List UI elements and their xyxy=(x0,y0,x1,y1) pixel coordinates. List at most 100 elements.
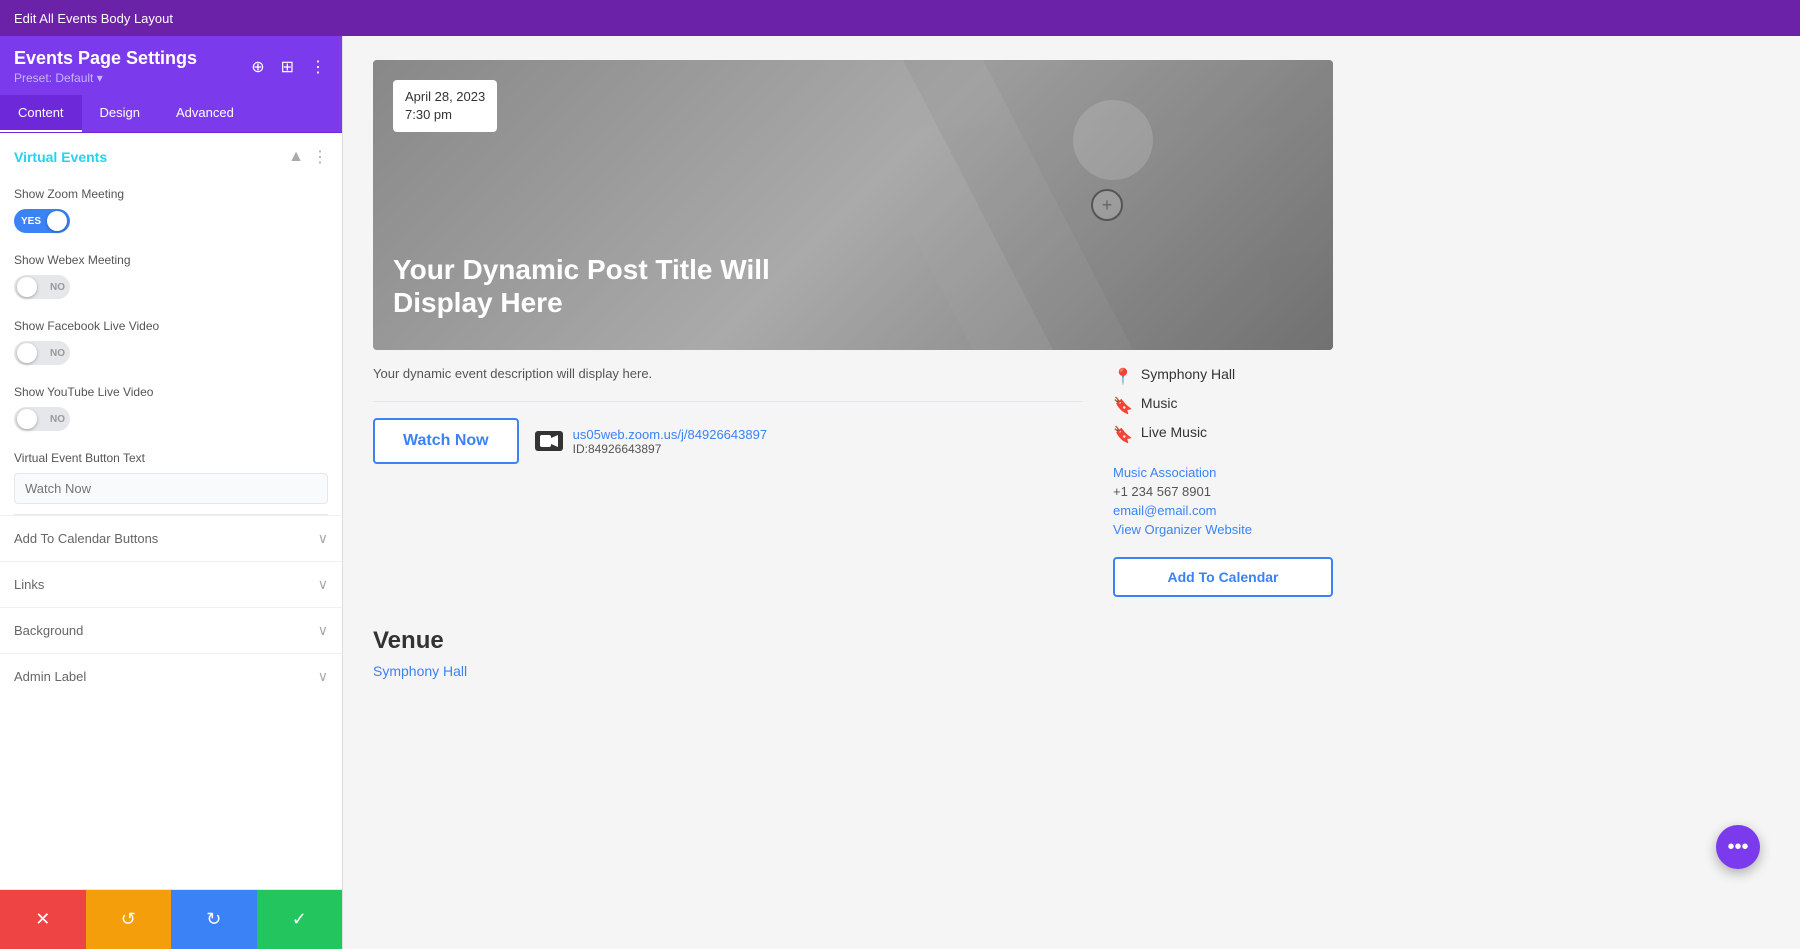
background-chevron-icon: ∨ xyxy=(318,622,328,639)
hero-time: 7:30 pm xyxy=(405,106,485,124)
section-more-icon[interactable]: ⋮ xyxy=(312,147,328,167)
virtual-events-title: Virtual Events xyxy=(14,149,107,165)
add-to-calendar-button[interactable]: Add To Calendar xyxy=(1113,557,1333,597)
admin-label-section: Admin Label ∨ xyxy=(0,653,342,699)
content-row: Your dynamic event description will disp… xyxy=(373,366,1333,597)
show-zoom-meeting-row: Show Zoom Meeting YES xyxy=(0,177,342,243)
background-header[interactable]: Background ∨ xyxy=(0,608,342,653)
admin-label-chevron-icon: ∨ xyxy=(318,668,328,685)
section-actions: ▲ ⋮ xyxy=(288,147,328,167)
facebook-toggle-knob xyxy=(17,343,37,363)
tab-content[interactable]: Content xyxy=(0,95,82,132)
show-zoom-label: Show Zoom Meeting xyxy=(14,187,328,201)
watch-now-row: Watch Now us05web.zoom.us/j/84926643897 … xyxy=(373,401,1083,464)
show-facebook-live-row: Show Facebook Live Video NO xyxy=(0,309,342,375)
webex-toggle-knob xyxy=(17,277,37,297)
background-section: Background ∨ xyxy=(0,607,342,653)
organizer-email-link[interactable]: email@email.com xyxy=(1113,503,1333,518)
bottom-bar: ✕ ↺ ↻ ✓ xyxy=(0,889,342,949)
tag-icon-2: 🔖 xyxy=(1113,425,1133,445)
show-zoom-toggle[interactable]: YES xyxy=(14,209,70,233)
venue-category2-item: 🔖 Live Music xyxy=(1113,424,1333,445)
redo-button[interactable]: ↻ xyxy=(171,890,257,949)
background-title: Background xyxy=(14,623,83,638)
add-to-calendar-header[interactable]: Add To Calendar Buttons ∨ xyxy=(0,516,342,561)
watch-now-button[interactable]: Watch Now xyxy=(373,418,519,464)
virtual-events-section-header: Virtual Events ▲ ⋮ xyxy=(0,133,342,177)
hero-date: April 28, 2023 xyxy=(405,88,485,106)
show-youtube-toggle[interactable]: NO xyxy=(14,407,70,431)
virtual-button-text-label: Virtual Event Button Text xyxy=(14,451,328,465)
organizer-website-link[interactable]: View Organizer Website xyxy=(1113,522,1333,537)
sidebar-tabs: Content Design Advanced xyxy=(0,95,342,133)
sidebar-header-row: Events Page Settings Preset: Default ▾ ⊕… xyxy=(14,48,328,85)
main-layout: Events Page Settings Preset: Default ▾ ⊕… xyxy=(0,36,1800,949)
hero-plus-button[interactable]: + xyxy=(1091,189,1123,221)
show-facebook-toggle[interactable]: NO xyxy=(14,341,70,365)
location-icon: 📍 xyxy=(1113,367,1133,387)
content-main: Your dynamic event description will disp… xyxy=(373,366,1083,597)
sidebar: Events Page Settings Preset: Default ▾ ⊕… xyxy=(0,36,343,949)
canvas-area: April 28, 2023 7:30 pm Your Dynamic Post… xyxy=(343,36,1800,949)
virtual-button-text-row: Virtual Event Button Text xyxy=(0,441,342,514)
sidebar-title: Events Page Settings xyxy=(14,48,197,69)
venue-section-title: Venue xyxy=(373,627,1333,655)
sidebar-preset[interactable]: Preset: Default ▾ xyxy=(14,71,197,85)
sidebar-focus-icon[interactable]: ⊕ xyxy=(249,55,266,79)
admin-label-title: Admin Label xyxy=(14,669,86,684)
section-collapse-icon[interactable]: ▲ xyxy=(288,148,304,166)
venue-location-item: 📍 Symphony Hall xyxy=(1113,366,1333,387)
webex-toggle-no-label: NO xyxy=(50,282,65,293)
sidebar-columns-icon[interactable]: ⊞ xyxy=(279,55,296,79)
event-description: Your dynamic event description will disp… xyxy=(373,366,1083,381)
show-webex-toggle-wrap: NO xyxy=(14,275,328,299)
sidebar-more-icon[interactable]: ⋮ xyxy=(308,55,328,79)
undo-button[interactable]: ↺ xyxy=(86,890,172,949)
category-1: Music xyxy=(1141,395,1178,411)
venue-info: 📍 Symphony Hall 🔖 Music 🔖 Live Music xyxy=(1113,366,1333,445)
tab-advanced[interactable]: Advanced xyxy=(158,95,252,132)
tab-design[interactable]: Design xyxy=(82,95,158,132)
show-youtube-label: Show YouTube Live Video xyxy=(14,385,328,399)
top-bar-title: Edit All Events Body Layout xyxy=(14,11,173,26)
links-title: Links xyxy=(14,577,44,592)
sidebar-header: Events Page Settings Preset: Default ▾ ⊕… xyxy=(0,36,342,95)
save-button[interactable]: ✓ xyxy=(257,890,343,949)
top-bar: Edit All Events Body Layout xyxy=(0,0,1800,36)
youtube-toggle-no-label: NO xyxy=(50,414,65,425)
show-webex-meeting-row: Show Webex Meeting NO xyxy=(0,243,342,309)
add-to-calendar-title: Add To Calendar Buttons xyxy=(14,531,158,546)
show-youtube-live-row: Show YouTube Live Video NO xyxy=(0,375,342,441)
admin-label-header[interactable]: Admin Label ∨ xyxy=(0,654,342,699)
zoom-camera-icon xyxy=(535,431,563,451)
venue-category1-item: 🔖 Music xyxy=(1113,395,1333,416)
hero-date-badge: April 28, 2023 7:30 pm xyxy=(393,80,497,132)
add-to-calendar-section: Add To Calendar Buttons ∨ xyxy=(0,515,342,561)
hero-image: April 28, 2023 7:30 pm Your Dynamic Post… xyxy=(373,60,1333,350)
hero-title: Your Dynamic Post Title Will Display Her… xyxy=(393,253,773,320)
category-2: Live Music xyxy=(1141,424,1207,440)
sidebar-title-block: Events Page Settings Preset: Default ▾ xyxy=(14,48,197,85)
show-youtube-toggle-wrap: NO xyxy=(14,407,328,431)
zoom-row: us05web.zoom.us/j/84926643897 ID:8492664… xyxy=(535,427,767,456)
links-header[interactable]: Links ∨ xyxy=(0,562,342,607)
zoom-id: ID:84926643897 xyxy=(573,442,767,456)
virtual-button-text-input[interactable] xyxy=(14,473,328,504)
show-facebook-label: Show Facebook Live Video xyxy=(14,319,328,333)
cancel-button[interactable]: ✕ xyxy=(0,890,86,949)
organizer-name-link[interactable]: Music Association xyxy=(1113,465,1333,480)
zoom-link-block: us05web.zoom.us/j/84926643897 ID:8492664… xyxy=(573,427,767,456)
hero-circle xyxy=(1073,100,1153,180)
zoom-link[interactable]: us05web.zoom.us/j/84926643897 xyxy=(573,427,767,442)
organizer-info: Music Association +1 234 567 8901 email@… xyxy=(1113,465,1333,537)
sidebar-content: Virtual Events ▲ ⋮ Show Zoom Meeting YES xyxy=(0,133,342,889)
show-webex-toggle[interactable]: NO xyxy=(14,275,70,299)
add-to-calendar-chevron-icon: ∨ xyxy=(318,530,328,547)
show-facebook-toggle-wrap: NO xyxy=(14,341,328,365)
tag-icon-1: 🔖 xyxy=(1113,396,1133,416)
zoom-toggle-yes-label: YES xyxy=(21,216,41,227)
venue-section-link[interactable]: Symphony Hall xyxy=(373,663,467,679)
youtube-toggle-knob xyxy=(17,409,37,429)
show-webex-label: Show Webex Meeting xyxy=(14,253,328,267)
floating-action-button[interactable]: ••• xyxy=(1716,825,1760,869)
